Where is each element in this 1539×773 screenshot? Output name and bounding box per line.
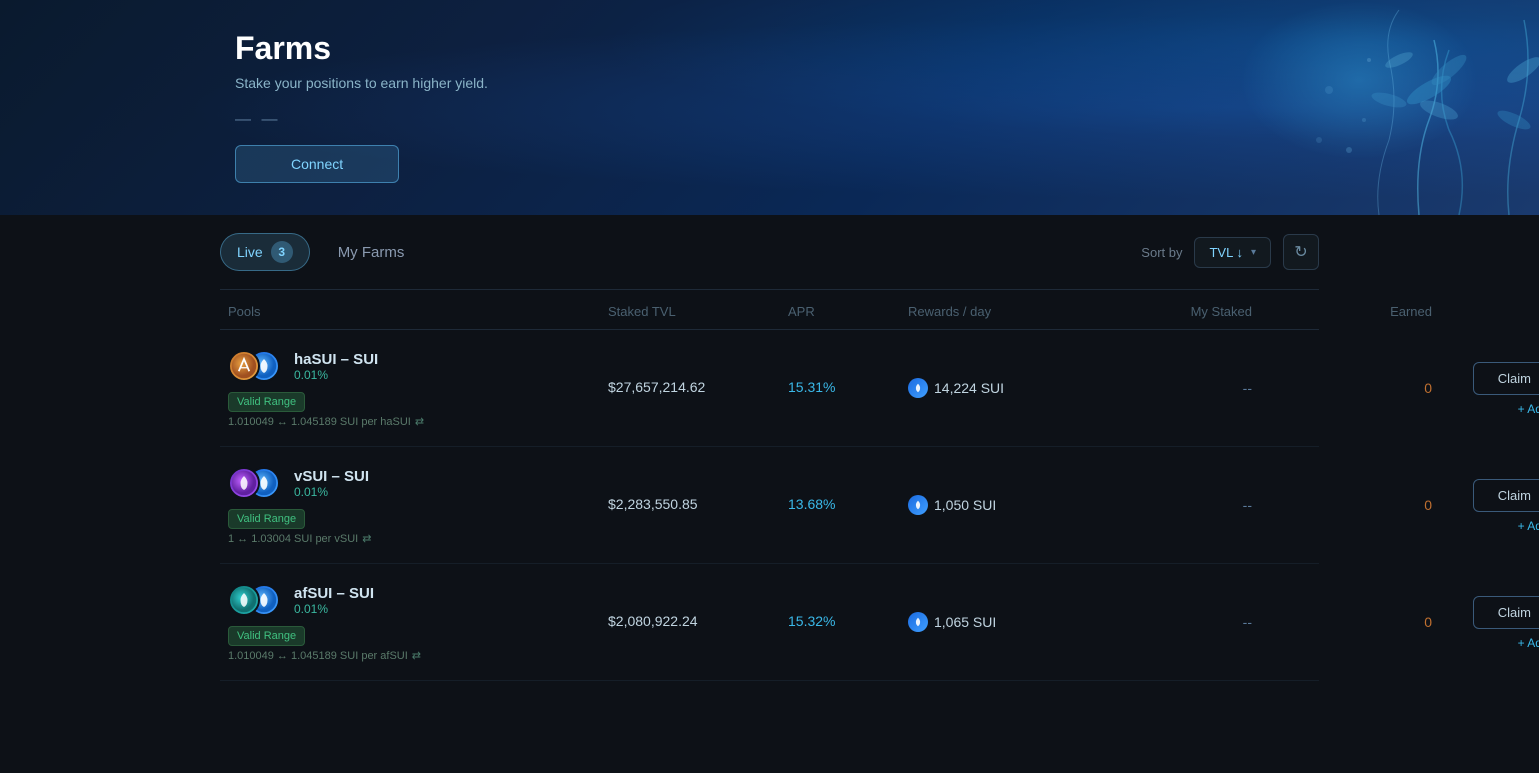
col-header-pools: Pools (220, 304, 600, 319)
token1-icon (228, 584, 260, 616)
sort-value: TVL ↓ (1209, 245, 1242, 260)
valid-range-badge: Valid Range (228, 626, 305, 646)
chevron-down-icon: ▾ (1251, 247, 1256, 258)
tvl-value: $2,283,550.85 (608, 496, 698, 512)
tab-live-badge: 3 (271, 241, 293, 263)
earned-cell: 0 (1260, 614, 1440, 630)
actions-cell-afsui-sui: Claim ▾ + Add liquidity (1440, 594, 1539, 650)
sort-section: Sort by TVL ↓ ▾ ↻ (1141, 234, 1319, 270)
tab-live-label: Live (237, 244, 263, 260)
page-title: Farms (235, 30, 1539, 67)
my-staked-cell: -- (1100, 380, 1260, 396)
tvl-value: $2,080,922.24 (608, 613, 698, 629)
staked-tvl-cell: $2,080,922.24 (600, 613, 780, 631)
swap-icon: ⇄ (362, 532, 371, 545)
token-icons (228, 582, 284, 618)
pool-name-row: haSUI – SUI 0.01% (228, 348, 592, 384)
actions-row: Claim ▾ (1473, 477, 1539, 513)
swap-icon: ⇄ (415, 415, 424, 428)
tabs-bar: Live 3 My Farms Sort by TVL ↓ ▾ ↻ (220, 215, 1319, 290)
pool-info-hasui-sui: haSUI – SUI 0.01% Valid Range 1.010049 ↔… (220, 348, 600, 428)
actions-row: Claim ▾ (1473, 594, 1539, 630)
refresh-button[interactable]: ↻ (1283, 234, 1319, 270)
pool-name-row: afSUI – SUI 0.01% (228, 582, 592, 618)
token1-icon (228, 467, 260, 499)
token-icons (228, 465, 284, 501)
add-liquidity-link-hasui-sui[interactable]: + Add liquidity (1518, 402, 1539, 416)
claim-button-vsui-sui[interactable]: Claim (1473, 479, 1539, 512)
page-subtitle: Stake your positions to earn higher yiel… (235, 75, 1539, 91)
tvl-value: $27,657,214.62 (608, 379, 705, 395)
hero-content: Farms Stake your positions to earn highe… (0, 0, 1539, 183)
rewards-cell: 14,224 SUI (900, 378, 1100, 398)
tab-my-farms[interactable]: My Farms (334, 237, 409, 268)
hero-section: Farms Stake your positions to earn highe… (0, 0, 1539, 215)
pool-info-vsui-sui: vSUI – SUI 0.01% Valid Range 1 ↔ 1.03004… (220, 465, 600, 545)
apr-cell: 13.68% (780, 496, 900, 514)
sort-label: Sort by (1141, 245, 1182, 260)
claim-button-afsui-sui[interactable]: Claim (1473, 596, 1539, 629)
staked-tvl-cell: $2,283,550.85 (600, 496, 780, 514)
pool-info-afsui-sui: afSUI – SUI 0.01% Valid Range 1.010049 ↔… (220, 582, 600, 662)
farm-row-afsui-sui: afSUI – SUI 0.01% Valid Range 1.010049 ↔… (220, 564, 1319, 681)
rewards-value: 14,224 SUI (934, 380, 1004, 396)
col-header-my-staked: My Staked (1100, 304, 1260, 319)
main-content: Live 3 My Farms Sort by TVL ↓ ▾ ↻ Pools … (0, 215, 1539, 773)
apr-value: 15.31% (788, 379, 835, 395)
pool-name: vSUI – SUI (294, 468, 369, 485)
farm-row-hasui-sui: haSUI – SUI 0.01% Valid Range 1.010049 ↔… (220, 330, 1319, 447)
farms-list: haSUI – SUI 0.01% Valid Range 1.010049 ↔… (220, 330, 1319, 681)
valid-range-badge: Valid Range (228, 392, 305, 412)
token1-icon (228, 350, 260, 382)
apr-value: 13.68% (788, 496, 835, 512)
rewards-cell: 1,050 SUI (900, 495, 1100, 515)
rewards-value: 1,065 SUI (934, 614, 996, 630)
rewards-cell: 1,065 SUI (900, 612, 1100, 632)
connect-button[interactable]: Connect (235, 145, 399, 183)
pool-name: afSUI – SUI (294, 585, 374, 602)
earned-cell: 0 (1260, 380, 1440, 396)
col-header-staked-tvl: Staked TVL (600, 304, 780, 319)
farm-row-vsui-sui: vSUI – SUI 0.01% Valid Range 1 ↔ 1.03004… (220, 447, 1319, 564)
valid-range-badge: Valid Range (228, 509, 305, 529)
earned-cell: 0 (1260, 497, 1440, 513)
pool-fee: 0.01% (294, 485, 369, 499)
col-header-earned: Earned (1260, 304, 1440, 319)
pool-name-row: vSUI – SUI 0.01% (228, 465, 592, 501)
col-header-rewards-day: Rewards / day (900, 304, 1100, 319)
col-header-actions: Actions (1440, 304, 1539, 319)
range-text: 1 ↔ 1.03004 SUI per vSUI ⇄ (228, 532, 592, 545)
pool-fee: 0.01% (294, 368, 378, 382)
apr-cell: 15.31% (780, 379, 900, 397)
swap-icon: ⇄ (412, 649, 421, 662)
add-liquidity-link-afsui-sui[interactable]: + Add liquidity (1518, 636, 1539, 650)
my-staked-cell: -- (1100, 614, 1260, 630)
range-text: 1.010049 ↔ 1.045189 SUI per haSUI ⇄ (228, 415, 592, 428)
actions-cell-vsui-sui: Claim ▾ + Add liquidity (1440, 477, 1539, 533)
claim-button-hasui-sui[interactable]: Claim (1473, 362, 1539, 395)
pool-name: haSUI – SUI (294, 351, 378, 368)
apr-cell: 15.32% (780, 613, 900, 631)
rewards-value: 1,050 SUI (934, 497, 996, 513)
add-liquidity-link-vsui-sui[interactable]: + Add liquidity (1518, 519, 1539, 533)
my-staked-cell: -- (1100, 497, 1260, 513)
apr-value: 15.32% (788, 613, 835, 629)
actions-cell-hasui-sui: Claim ▾ + Add liquidity (1440, 360, 1539, 416)
range-text: 1.010049 ↔ 1.045189 SUI per afSUI ⇄ (228, 649, 592, 662)
hero-dashes: — — (235, 111, 1539, 129)
col-header-apr: APR (780, 304, 900, 319)
tab-live[interactable]: Live 3 (220, 233, 310, 271)
token-icons (228, 348, 284, 384)
actions-row: Claim ▾ (1473, 360, 1539, 396)
sort-dropdown[interactable]: TVL ↓ ▾ (1194, 237, 1271, 268)
pool-fee: 0.01% (294, 602, 374, 616)
table-header: Pools Staked TVL APR Rewards / day My St… (220, 290, 1319, 330)
staked-tvl-cell: $27,657,214.62 (600, 379, 780, 397)
